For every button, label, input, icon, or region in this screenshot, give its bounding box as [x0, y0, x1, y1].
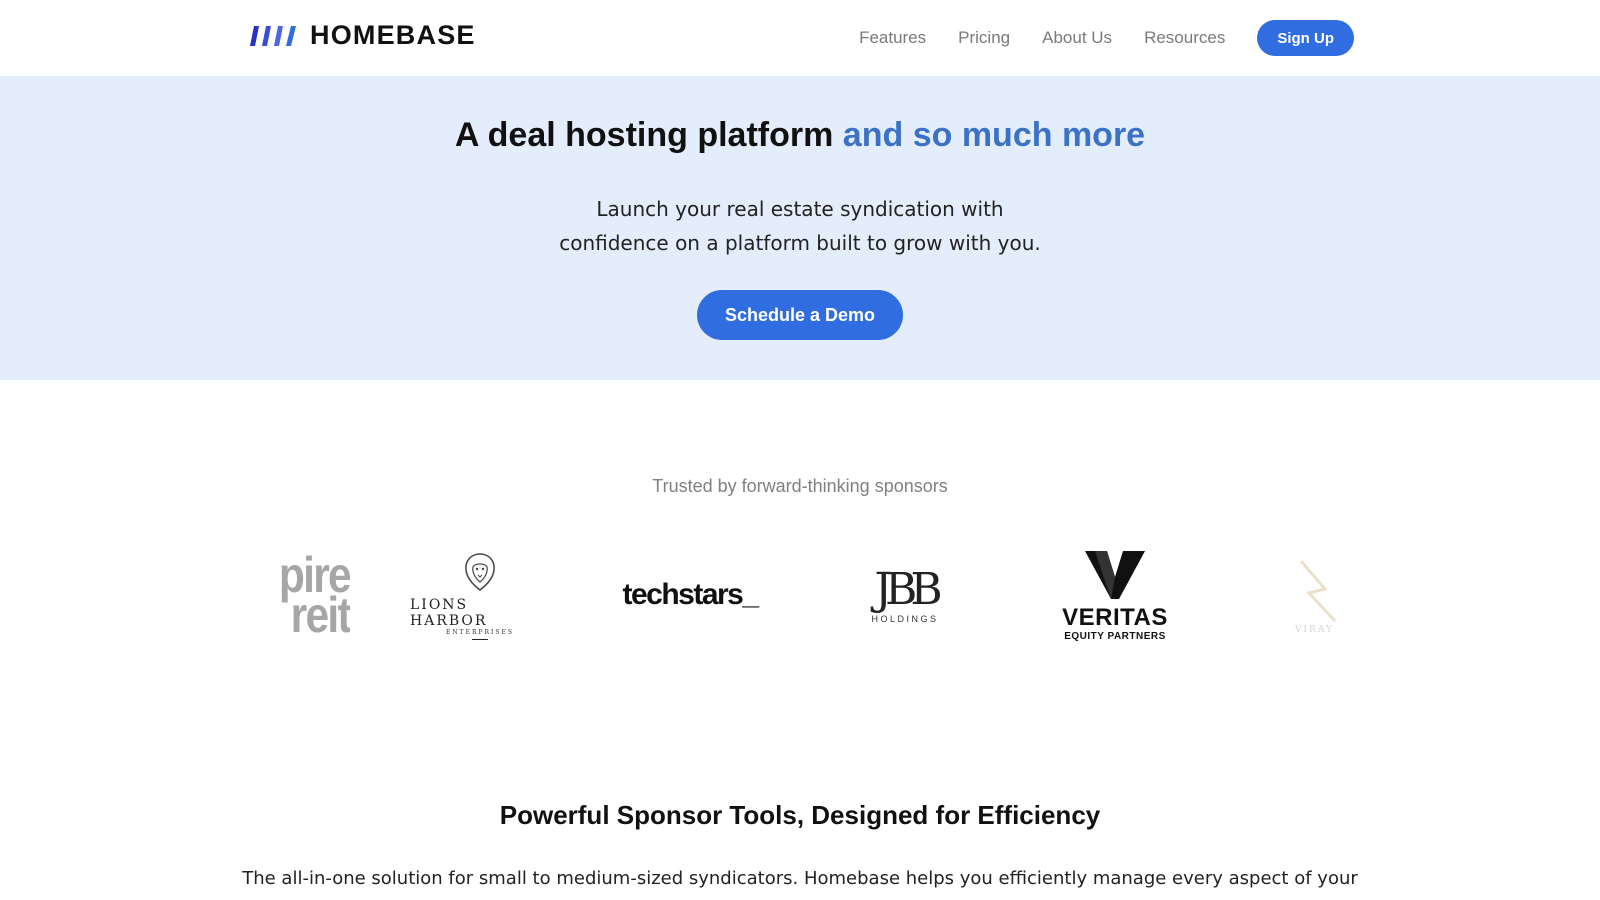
nav-features[interactable]: Features: [859, 28, 926, 48]
hero-title-main: A deal hosting platform: [454, 116, 843, 154]
hero-title-accent: and so much more: [842, 116, 1146, 154]
veritas-v-icon: [1085, 550, 1145, 599]
hero-subtitle-line1: Launch your real estate syndication with: [596, 197, 1004, 221]
veritas-sub: EQUITY PARTNERS: [1064, 630, 1166, 642]
schedule-demo-button[interactable]: Schedule a Demo: [697, 290, 903, 340]
lions-harbor-underline: [472, 638, 488, 640]
nav-resources[interactable]: Resources: [1144, 28, 1225, 48]
hero-subtitle: Launch your real estate syndication with…: [0, 192, 1600, 260]
partial-logo-icon: [1299, 560, 1337, 623]
lion-crest-icon: [465, 552, 495, 591]
sign-up-button[interactable]: Sign Up: [1257, 20, 1354, 56]
nav-pricing[interactable]: Pricing: [958, 28, 1010, 48]
hero-subtitle-line2: confidence on a platform built to grow w…: [559, 231, 1041, 255]
sponsor-logo-veritas: VERITAS EQUITY PARTNERS: [1040, 525, 1190, 665]
tools-section-title: Powerful Sponsor Tools, Designed for Eff…: [499, 800, 1101, 830]
lions-harbor-sub: ENTERPRISES: [445, 628, 515, 636]
brand-name: HOMEBASE: [310, 19, 476, 50]
sponsor-logo-pire-reit: pire reit: [250, 525, 350, 665]
tools-section-description: The all-in-one solution for small to med…: [242, 868, 1358, 889]
jbb-sub: HOLDINGS: [871, 614, 939, 624]
site-header: HOMEBASE Features Pricing About Us Resou…: [0, 0, 1600, 76]
techstars-wordmark: techstars_: [622, 578, 759, 611]
hero-title: A deal hosting platform and so much more: [0, 116, 1600, 155]
homebase-logo-icon: [250, 26, 296, 46]
nav-about-us[interactable]: About Us: [1042, 28, 1112, 48]
sponsor-logo-carousel: pire reit LIONS HARBOR ENTERPRISES techs…: [250, 525, 1350, 665]
sponsor-logo-lions-harbor: LIONS HARBOR ENTERPRISES: [410, 525, 550, 665]
partial-logo-text: VIRAY: [1295, 625, 1334, 635]
veritas-title: VERITAS: [1062, 603, 1168, 631]
lions-harbor-title: LIONS HARBOR: [410, 596, 488, 629]
homebase-logo[interactable]: HOMEBASE: [246, 18, 476, 52]
pire-reit-line2: reit: [290, 587, 350, 643]
trusted-label: Trusted by forward-thinking sponsors: [652, 476, 948, 496]
sponsor-logo-jbb-holdings: JBB HOLDINGS: [850, 525, 960, 665]
sponsor-logo-techstars: techstars_: [615, 525, 765, 665]
jbb-mark: JBB: [874, 564, 942, 615]
hero-section: A deal hosting platform and so much more…: [0, 76, 1600, 380]
main-nav: Features Pricing About Us Resources Sign…: [859, 20, 1354, 56]
sponsor-logo-partial: VIRAY: [1295, 525, 1345, 665]
